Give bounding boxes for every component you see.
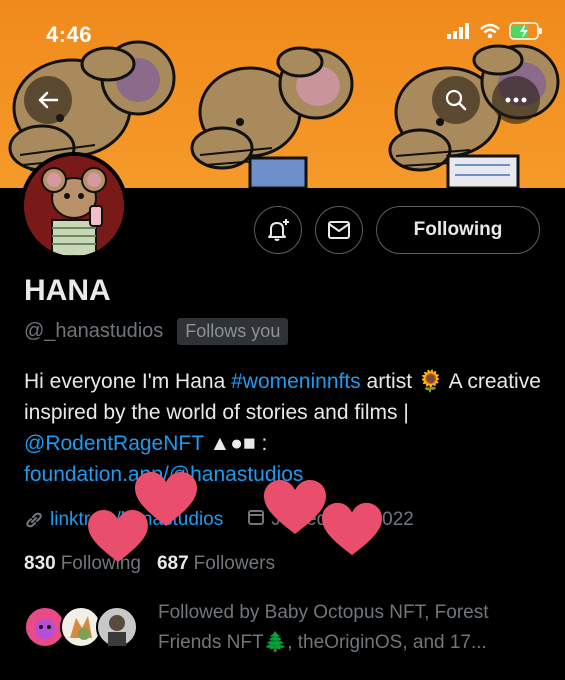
follow-stats: 830 Following 687 Followers	[24, 553, 275, 575]
battery-charging-icon	[509, 22, 542, 40]
envelope-icon	[328, 221, 350, 239]
arrow-left-icon	[38, 91, 59, 109]
link-icon	[26, 512, 42, 528]
follower-avatars	[24, 598, 144, 654]
profile-bio: Hi everyone I'm Hana #womeninnfts artist…	[24, 366, 549, 490]
following-button[interactable]: Following	[376, 206, 540, 254]
followed-by-text: Followed by Baby Octopus NFT, Forest Fri…	[158, 602, 489, 653]
back-button[interactable]	[24, 76, 72, 124]
handle-row: @_hanastudios Follows you	[24, 318, 289, 345]
bio-symbols: ▲●■ :	[203, 432, 268, 455]
wifi-icon	[480, 23, 500, 39]
followers-label: Followers	[193, 553, 275, 574]
heart-sticker-icon	[88, 510, 148, 563]
following-count: 830	[24, 553, 56, 574]
follows-you-badge: Follows you	[177, 318, 289, 345]
more-button[interactable]	[492, 76, 540, 124]
search-button[interactable]	[432, 76, 480, 124]
heart-sticker-icon	[264, 480, 326, 534]
followers-count: 687	[156, 553, 189, 574]
profile-name: HANA	[24, 274, 111, 307]
message-button[interactable]	[315, 206, 363, 254]
profile-avatar[interactable]	[20, 152, 128, 260]
more-dots-icon	[505, 97, 527, 103]
heart-sticker-icon	[322, 502, 382, 556]
bio-hashtag-link[interactable]: #womeninnfts	[231, 370, 361, 393]
status-icons	[447, 22, 543, 40]
signal-icon	[447, 23, 469, 39]
bio-text: Hi everyone I'm Hana	[24, 370, 232, 393]
notifications-button[interactable]	[254, 206, 302, 254]
status-time: 4:46	[46, 22, 93, 47]
follower-avatar	[96, 606, 138, 648]
avatar-illustration	[24, 156, 124, 256]
bell-plus-icon	[268, 219, 289, 241]
profile-handle: @_hanastudios	[24, 320, 164, 342]
status-bar: 4:46	[0, 0, 565, 60]
avatar-image	[24, 156, 124, 256]
calendar-icon	[247, 508, 265, 532]
bio-mention-link[interactable]: @RodentRageNFT	[24, 432, 204, 455]
followers-stat[interactable]: 687 Followers	[157, 553, 275, 575]
search-icon	[445, 89, 467, 111]
followed-by[interactable]: Followed by Baby Octopus NFT, Forest Fri…	[24, 598, 543, 658]
